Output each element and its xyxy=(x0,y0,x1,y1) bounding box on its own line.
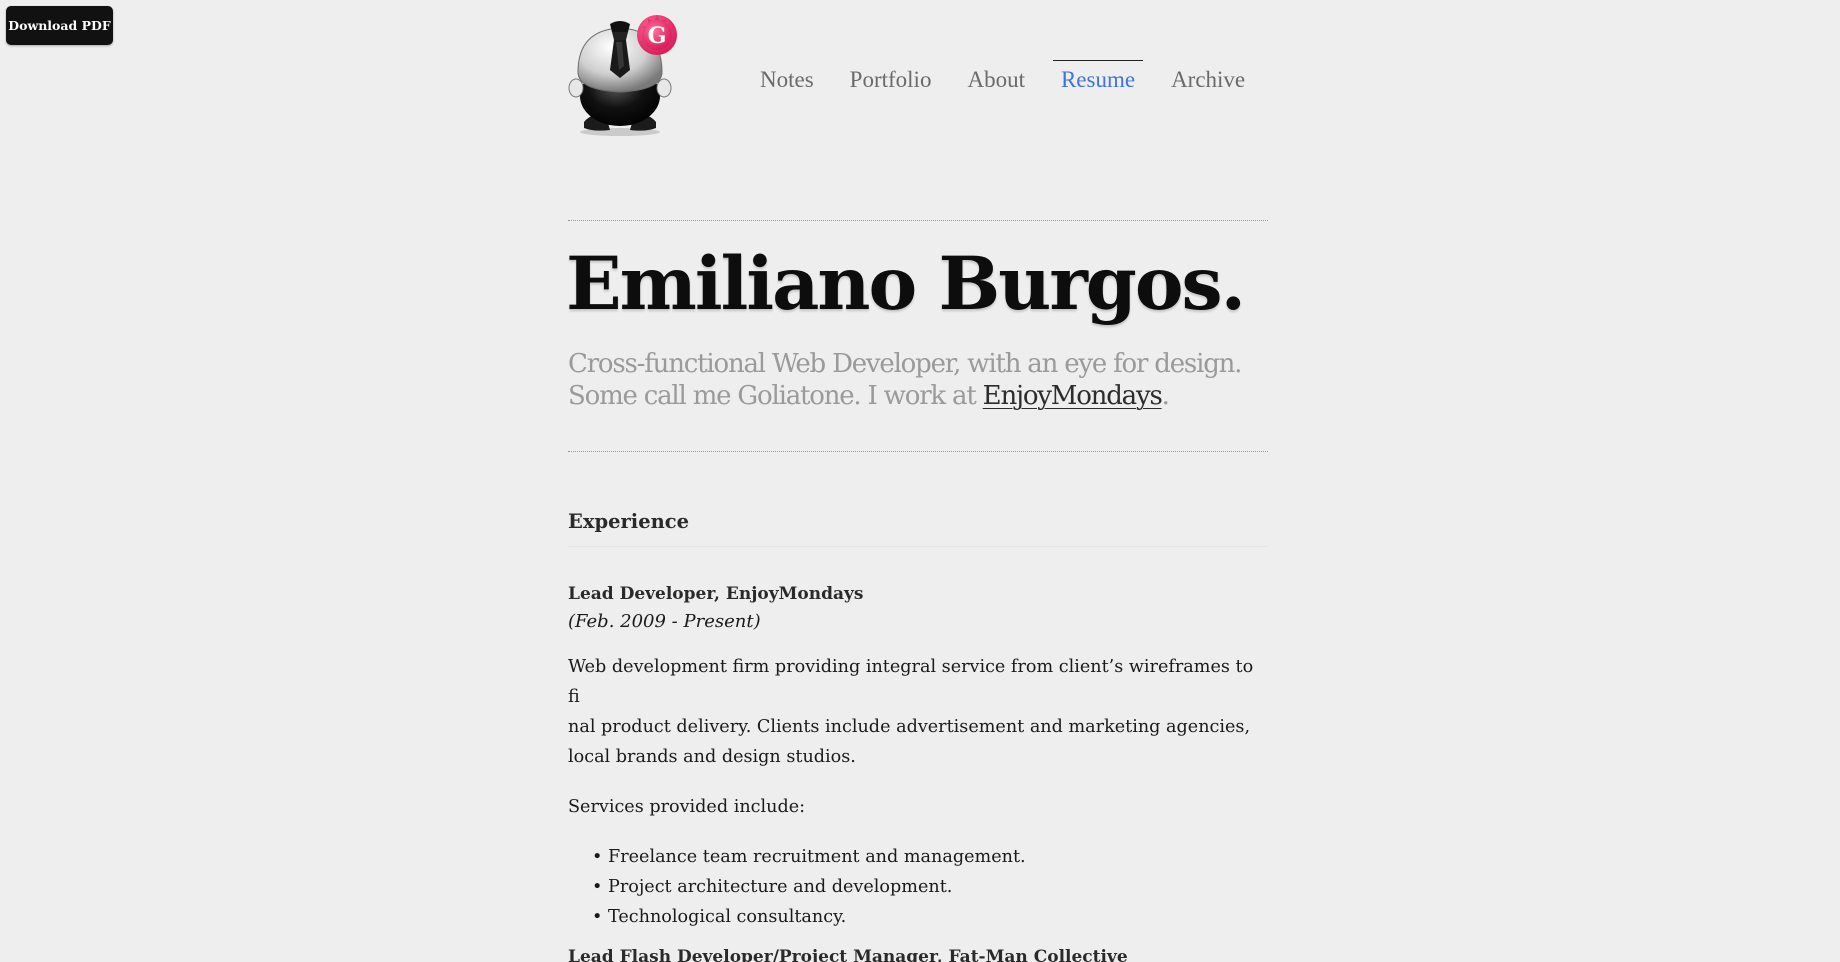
list-item: • Technological consultancy. xyxy=(568,902,1288,932)
tagline-line-2: Some call me Goliatone. I work at EnjoyM… xyxy=(568,380,1288,412)
page-title: Emiliano Burgos. xyxy=(566,241,1246,327)
job-description: Web development firm providing integral … xyxy=(568,652,1268,772)
experience-heading: Experience xyxy=(568,510,690,533)
bullet-icon: • xyxy=(592,907,603,927)
page-viewport: Download PDF G Notes Portfolio About Res… xyxy=(0,0,1840,962)
service-label: Project architecture and development. xyxy=(608,877,953,897)
list-item: • Freelance team recruitment and manageme… xyxy=(568,842,1288,872)
job-title: Lead Flash Developer/Project Manager, Fa… xyxy=(568,947,1128,962)
nav-item-resume[interactable]: Resume xyxy=(1052,60,1144,93)
bullet-icon: • xyxy=(592,877,603,897)
service-label: Freelance team recruitment and managemen… xyxy=(608,847,1026,867)
job-dates: (Feb. 2009 - Present) xyxy=(568,611,761,632)
bullet-icon: • xyxy=(592,847,603,867)
enjoymondays-link[interactable]: EnjoyMondays xyxy=(983,381,1163,411)
site-logo[interactable]: G xyxy=(566,12,678,138)
services-list: • Freelance team recruitment and manageme… xyxy=(568,842,1288,932)
logo-badge-letter: G xyxy=(648,23,667,49)
job-entry: Lead Flash Developer/Project Manager, Fa… xyxy=(568,944,1288,962)
nav-item-notes[interactable]: Notes xyxy=(760,60,814,93)
tagline-suffix: . xyxy=(1161,381,1170,411)
job-title: Lead Developer, EnjoyMondays xyxy=(568,584,864,604)
service-label: Technological consultancy. xyxy=(608,907,847,927)
tagline-line-1: Cross-functional Web Developer, with an … xyxy=(568,349,1242,379)
nav-item-archive[interactable]: Archive xyxy=(1171,60,1245,93)
goliatone-mascot-logo-icon: G xyxy=(568,15,677,136)
job-description-line: nal product delivery. Clients include ad… xyxy=(568,717,1251,737)
job-description-line: Web development firm providing integral … xyxy=(568,657,1254,707)
experience-heading-rule xyxy=(568,546,1268,547)
nav-item-portfolio[interactable]: Portfolio xyxy=(850,60,932,93)
nav-item-about[interactable]: About xyxy=(967,60,1025,93)
tagline: Cross-functional Web Developer, with an … xyxy=(568,348,1288,412)
header-divider xyxy=(568,220,1268,221)
services-intro: Services provided include: xyxy=(568,797,806,817)
job-description-line: local brands and design studios. xyxy=(568,747,856,767)
main-nav: Notes Portfolio About Resume Archive xyxy=(760,60,1245,100)
tagline-prefix: Some call me Goliatone. I work at xyxy=(568,381,983,411)
hero-divider xyxy=(568,451,1268,452)
download-pdf-button[interactable]: Download PDF xyxy=(6,6,113,45)
list-item: • Project architecture and development. xyxy=(568,872,1288,902)
job-entry: Lead Developer, EnjoyMondays (Feb. 2009 … xyxy=(568,581,1288,932)
